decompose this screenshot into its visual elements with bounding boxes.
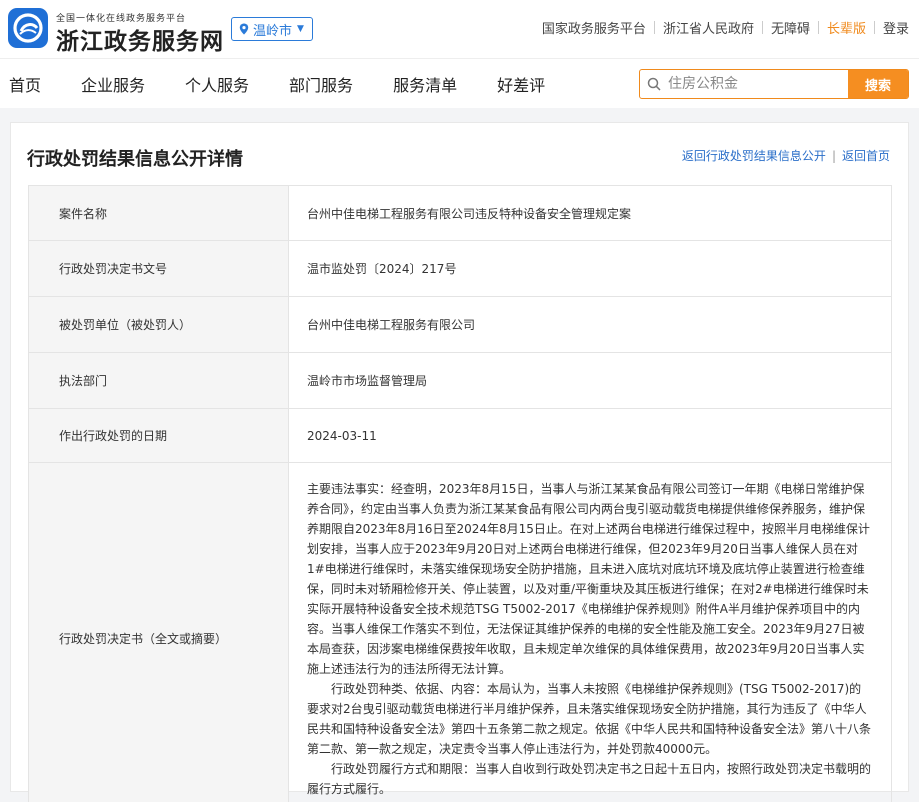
top-links: 国家政务服务平台 浙江省人民政府 无障碍 长辈版 登录 (542, 18, 909, 37)
divider (653, 21, 655, 34)
nav-item-personal[interactable]: 个人服务 (185, 72, 249, 96)
search-button[interactable]: 搜索 (848, 70, 908, 98)
nav-item-service-list[interactable]: 服务清单 (393, 72, 457, 96)
search-input[interactable] (668, 70, 848, 98)
top-header: 全国一体化在线政务服务平台 浙江政务服务网 温岭市 ▼ 国家政务服务平台 浙江省… (0, 0, 919, 58)
row-label: 行政处罚决定书文号 (28, 240, 289, 297)
row-value: 2024-03-11 (288, 408, 892, 463)
row-label: 作出行政处罚的日期 (28, 408, 289, 463)
card-links: 返回行政处罚结果信息公开 | 返回首页 (682, 147, 890, 164)
link-accessibility[interactable]: 无障碍 (771, 18, 810, 37)
link-provincial-gov[interactable]: 浙江省人民政府 (663, 18, 754, 37)
row-label: 执法部门 (28, 352, 289, 409)
region-selector[interactable]: 温岭市 ▼ (231, 17, 313, 41)
divider (873, 21, 875, 34)
row-label: 案件名称 (28, 185, 289, 241)
main-nav: 首页 企业服务 个人服务 部门服务 服务清单 好差评 搜索 (0, 58, 919, 108)
detail-table: 案件名称 台州中佳电梯工程服务有限公司违反特种设备安全管理规定案 行政处罚决定书… (28, 185, 892, 802)
decision-paragraph: 行政处罚种类、依据、内容：本局认为，当事人未按照《电梯维护保养规则》(TSG T… (307, 682, 872, 756)
table-row: 案件名称 台州中佳电梯工程服务有限公司违反特种设备安全管理规定案 (28, 185, 892, 241)
link-national-platform[interactable]: 国家政务服务平台 (542, 18, 646, 37)
divider (817, 21, 819, 34)
row-value: 温岭市市场监督管理局 (288, 352, 892, 409)
search-box: 搜索 (639, 69, 909, 99)
table-row: 执法部门 温岭市市场监督管理局 (28, 352, 892, 409)
search-icon (640, 70, 668, 98)
detail-card: 行政处罚结果信息公开详情 返回行政处罚结果信息公开 | 返回首页 案件名称 台州… (10, 122, 909, 802)
logo-icon (13, 13, 43, 43)
nav-items: 首页 企业服务 个人服务 部门服务 服务清单 好差评 (0, 59, 585, 109)
decision-label: 行政处罚决定书（全文或摘要） (28, 462, 289, 802)
location-pin-icon (239, 23, 249, 35)
decision-text: 主要违法事实：经查明，2023年8月15日，当事人与浙江某某食品有限公司签订一年… (288, 462, 892, 802)
nav-item-evaluation[interactable]: 好差评 (497, 72, 545, 96)
back-to-list-link[interactable]: 返回行政处罚结果信息公开 (682, 147, 826, 164)
table-row-decision: 行政处罚决定书（全文或摘要） 主要违法事实：经查明，2023年8月15日，当事人… (28, 462, 892, 802)
region-label: 温岭市 (253, 23, 293, 39)
site-name[interactable]: 浙江政务服务网 (56, 22, 224, 56)
divider (761, 21, 763, 34)
divider: | (831, 148, 836, 163)
table-row: 作出行政处罚的日期 2024-03-11 (28, 408, 892, 463)
row-value: 温市监处罚〔2024〕217号 (288, 240, 892, 297)
back-home-link[interactable]: 返回首页 (842, 147, 890, 164)
nav-item-business[interactable]: 企业服务 (81, 72, 145, 96)
row-label: 被处罚单位（被处罚人） (28, 296, 289, 353)
row-value: 台州中佳电梯工程服务有限公司违反特种设备安全管理规定案 (288, 185, 892, 241)
row-value: 台州中佳电梯工程服务有限公司 (288, 296, 892, 353)
nav-item-departments[interactable]: 部门服务 (289, 72, 353, 96)
link-elder-mode[interactable]: 长辈版 (827, 18, 866, 37)
caret-down-icon: ▼ (297, 24, 304, 34)
link-login[interactable]: 登录 (883, 18, 909, 37)
table-row: 行政处罚决定书文号 温市监处罚〔2024〕217号 (28, 240, 892, 297)
decision-paragraph: 行政处罚履行方式和期限：当事人自收到行政处罚决定书之日起十五日内，按照行政处罚决… (307, 762, 872, 796)
table-row: 被处罚单位（被处罚人） 台州中佳电梯工程服务有限公司 (28, 296, 892, 353)
decision-paragraph: 主要违法事实：经查明，2023年8月15日，当事人与浙江某某食品有限公司签订一年… (307, 482, 870, 676)
page-title: 行政处罚结果信息公开详情 (27, 149, 243, 170)
nav-item-home[interactable]: 首页 (9, 72, 41, 96)
site-logo[interactable] (8, 8, 48, 48)
